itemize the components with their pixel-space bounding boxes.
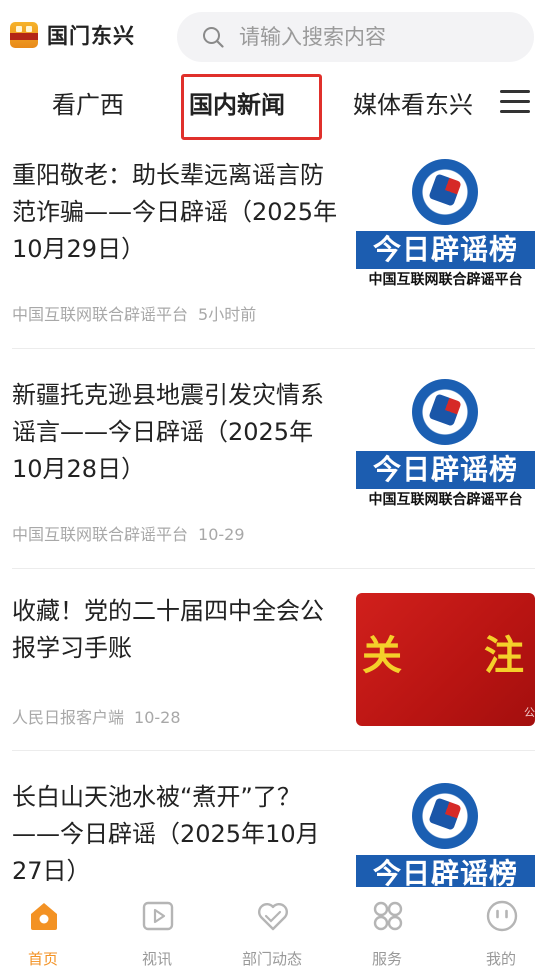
news-time: 10-29 (198, 525, 245, 544)
divider (12, 750, 535, 751)
channel-menu-icon[interactable] (500, 88, 532, 118)
thumbnail-banner: 今日辟谣榜 (356, 855, 535, 887)
home-icon (31, 903, 57, 930)
news-title: 长白山天池水被“煮开”了？——今日辟谣（2025年10月27日） (12, 783, 320, 885)
nav-profile[interactable]: 我的 (461, 887, 541, 972)
news-time: 5小时前 (198, 305, 257, 324)
thumbnail-word: 关 (362, 633, 402, 679)
news-meta: 中国互联网联合辟谣平台 5小时前 (12, 301, 256, 325)
nav-department-news[interactable]: 部门动态 (232, 887, 312, 972)
nav-services[interactable]: 服务 (347, 887, 427, 972)
profile-face-icon (486, 900, 518, 932)
news-title: 新疆托克逊县地震引发灾情系谣言——今日辟谣（2025年10月28日） (12, 381, 324, 483)
thumbnail-banner: 今日辟谣榜 (356, 451, 535, 489)
search-icon (203, 27, 224, 48)
news-time: 10-28 (134, 708, 181, 727)
list-item[interactable]: 收藏！党的二十届四中全会公报学习手账 人民日报客户端 10-28 关 注 公 (0, 593, 541, 753)
heart-hands-icon (258, 903, 288, 931)
rumor-platform-emblem-icon (412, 783, 478, 849)
news-title: 收藏！党的二十届四中全会公报学习手账 (12, 597, 324, 662)
header: 国门东兴 请输入搜索内容 (0, 0, 541, 72)
nav-label: 服务 (371, 950, 402, 968)
news-source: 人民日报客户端 (12, 708, 125, 727)
thumbnail-banner: 今日辟谣榜 (356, 231, 535, 269)
divider (12, 348, 535, 349)
nav-label: 我的 (485, 950, 516, 968)
search-input[interactable]: 请输入搜索内容 (177, 12, 534, 62)
tab-media-dongxing[interactable]: 媒体看东兴 (353, 88, 473, 122)
nav-video[interactable]: 视讯 (117, 887, 197, 972)
list-item[interactable]: 重阳敬老：助长辈远离谣言防范诈骗——今日辟谣（2025年10月29日） 中国互联… (0, 155, 541, 350)
thumbnail-word: 注 (484, 633, 524, 679)
news-source: 中国互联网联合辟谣平台 (12, 525, 189, 544)
thumbnail-subtitle: 中国互联网联合辟谣平台 (368, 272, 523, 288)
nav-label: 视讯 (141, 950, 172, 968)
video-play-icon (142, 901, 174, 931)
news-meta: 人民日报客户端 10-28 (12, 704, 181, 728)
search-placeholder: 请输入搜索内容 (239, 25, 386, 49)
rumor-platform-emblem-icon (412, 379, 478, 445)
news-thumbnail: 关 注 公 (356, 593, 535, 726)
nav-label: 部门动态 (241, 950, 302, 968)
news-thumbnail: 今日辟谣榜 中国互联网联合辟谣平台 (356, 155, 535, 292)
thumbnail-watermark: 公 (524, 706, 535, 719)
news-meta: 中国互联网联合辟谣平台 10-29 (12, 521, 245, 545)
divider (12, 568, 535, 569)
news-thumbnail: 今日辟谣榜 (356, 779, 535, 887)
news-title: 重阳敬老：助长辈远离谣言防范诈骗——今日辟谣（2025年10月29日） (12, 161, 338, 263)
thumbnail-subtitle: 中国互联网联合辟谣平台 (368, 492, 523, 508)
rumor-platform-emblem-icon (412, 159, 478, 225)
app-logo-icon (10, 22, 38, 48)
news-thumbnail: 今日辟谣榜 中国互联网联合辟谣平台 (356, 375, 535, 512)
news-source: 中国互联网联合辟谣平台 (12, 305, 189, 324)
bottom-nav: 首页 视讯 部门动态 服务 我的 (0, 887, 541, 972)
channel-tabs: 看广西 国内新闻 媒体看东兴 (0, 72, 541, 142)
list-item[interactable]: 新疆托克逊县地震引发灾情系谣言——今日辟谣（2025年10月28日） 中国互联网… (0, 375, 541, 570)
tab-guangxi[interactable]: 看广西 (52, 88, 124, 122)
app-name: 国门东兴 (47, 24, 135, 48)
services-grid-icon (373, 901, 403, 931)
list-item[interactable]: 长白山天池水被“煮开”了？——今日辟谣（2025年10月27日） 今日辟谣榜 (0, 779, 541, 887)
nav-home[interactable]: 首页 (3, 887, 83, 972)
active-tab-highlight (181, 74, 322, 140)
nav-label: 首页 (27, 950, 58, 968)
